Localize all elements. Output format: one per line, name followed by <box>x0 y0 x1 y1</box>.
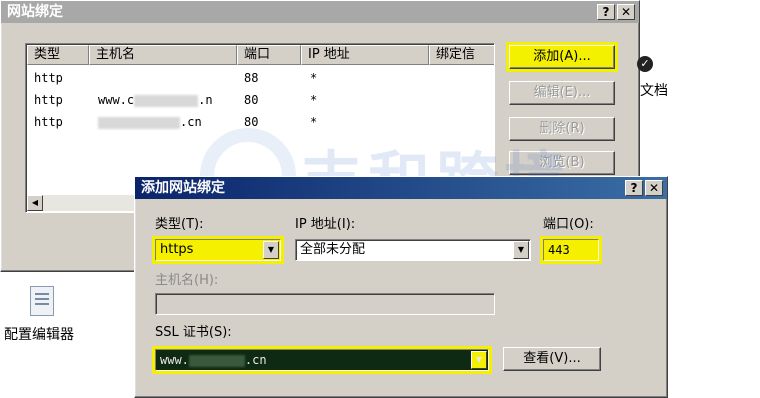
row3-type: http <box>34 115 63 129</box>
redacted-mask <box>188 354 245 367</box>
config-editor-label[interactable]: 配置编辑器 <box>4 324 74 344</box>
site-bindings-titlebar: 网站绑定 ? ✕ <box>1 1 639 23</box>
hostname-label: 主机名(H): <box>155 273 219 288</box>
ssl-cert-suffix: .cn <box>244 353 267 367</box>
type-select[interactable]: https ▼ <box>155 239 281 261</box>
port-label: 端口(O): <box>543 217 594 232</box>
ip-address-value: 全部未分配 <box>300 242 366 257</box>
ip-address-select[interactable]: 全部未分配 ▼ <box>295 239 531 261</box>
row1-ip: * <box>310 71 318 85</box>
browse-button[interactable]: 浏览(B) <box>509 151 615 175</box>
hostname-input[interactable] <box>155 293 495 315</box>
edit-button[interactable]: 编辑(E)... <box>509 81 615 105</box>
help-button[interactable]: ? <box>597 4 615 20</box>
close-button[interactable]: ✕ <box>617 4 635 20</box>
help-button[interactable]: ? <box>625 180 643 196</box>
row3-host-suffix: .cn <box>180 115 202 129</box>
row1-type: http <box>34 71 63 85</box>
row3-host: .cn <box>98 112 202 132</box>
row2-ip: * <box>310 93 318 107</box>
scroll-left-icon[interactable]: ◀ <box>27 195 43 211</box>
type-select-value: https <box>160 242 194 257</box>
view-certificate-button[interactable]: 查看(V)... <box>503 347 601 371</box>
dropdown-arrow-icon[interactable]: ▼ <box>513 241 529 259</box>
row2-host: www.c .n <box>98 90 213 110</box>
column-header-binding-info[interactable]: 绑定信 <box>429 45 494 65</box>
ssl-certificate-select[interactable]: www. .cn ▼ <box>155 349 489 371</box>
redacted-mask <box>134 94 199 107</box>
type-label: 类型(T): <box>155 217 204 232</box>
row3-ip: * <box>310 115 318 129</box>
add-binding-title: 添加网站绑定 <box>141 180 225 196</box>
delete-button[interactable]: 删除(R) <box>509 117 615 141</box>
site-bindings-title: 网站绑定 <box>7 4 63 20</box>
add-binding-titlebar: 添加网站绑定 ? ✕ <box>135 177 667 199</box>
row2-host-prefix: www.c <box>98 93 135 107</box>
ssl-cert-prefix: www. <box>160 353 189 367</box>
column-header-ip[interactable]: IP 地址 <box>301 45 429 65</box>
redacted-mask <box>98 116 180 129</box>
port-input[interactable]: 443 <box>543 239 599 261</box>
close-button[interactable]: ✕ <box>645 180 663 196</box>
dropdown-arrow-icon[interactable]: ▼ <box>263 241 279 259</box>
config-file-icon[interactable] <box>30 286 54 316</box>
port-value: 443 <box>548 243 570 257</box>
ip-address-label: IP 地址(I): <box>295 217 356 232</box>
ssl-certificate-label: SSL 证书(S): <box>155 325 232 340</box>
row2-host-suffix: .n <box>198 93 213 107</box>
add-button[interactable]: 添加(A)... <box>509 45 615 69</box>
row1-port: 88 <box>244 71 259 85</box>
add-site-binding-dialog: 添加网站绑定 ? ✕ 类型(T): https ▼ IP 地址(I): 全部未分… <box>134 176 668 398</box>
dropdown-arrow-icon[interactable]: ▼ <box>471 351 487 369</box>
column-header-type[interactable]: 类型 <box>27 45 89 65</box>
row2-type: http <box>34 93 63 107</box>
doc-label: 文档 <box>640 83 668 99</box>
row2-port: 80 <box>244 93 259 107</box>
column-header-port[interactable]: 端口 <box>237 45 301 65</box>
column-header-host[interactable]: 主机名 <box>89 45 237 65</box>
check-icon: ✓ <box>637 56 653 72</box>
